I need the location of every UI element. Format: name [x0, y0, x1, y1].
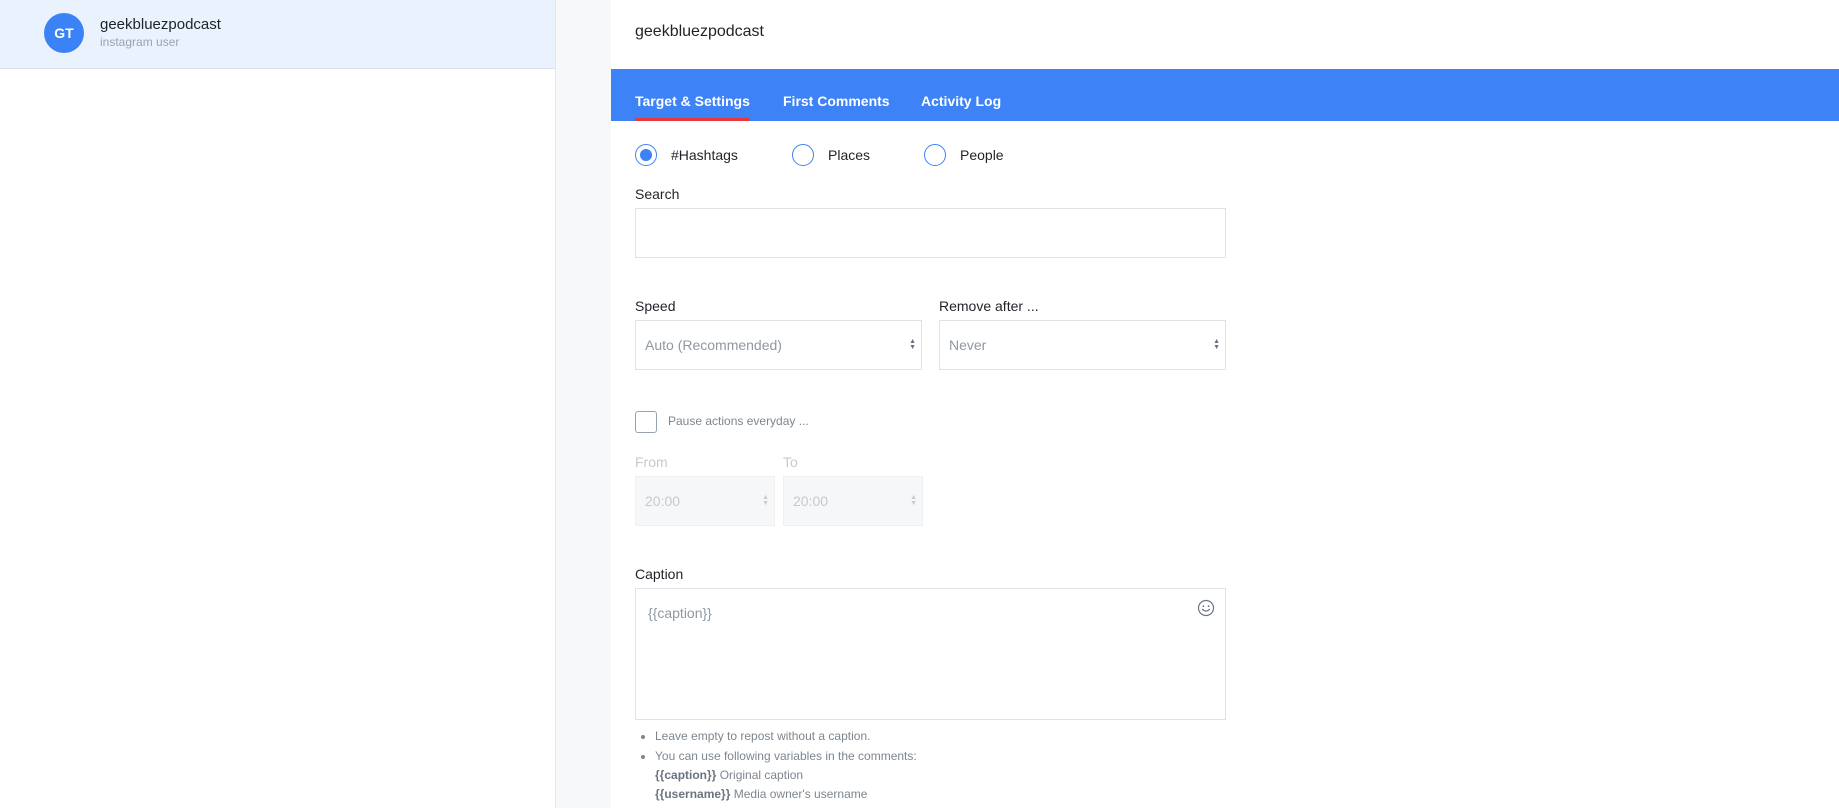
search-label: Search — [635, 186, 680, 202]
radio-unselected-icon — [792, 144, 814, 166]
help-note-variables: You can use following variables in the c… — [655, 747, 917, 805]
speed-label: Speed — [635, 298, 676, 314]
tab-first-comments[interactable]: First Comments — [783, 69, 890, 121]
up-down-arrows-icon: ▲ ▼ — [1213, 338, 1220, 351]
speed-select[interactable]: Auto (Recommended) ▲ ▼ — [635, 320, 922, 370]
up-down-arrows-icon: ▲ ▼ — [910, 494, 917, 507]
to-label: To — [783, 454, 798, 470]
to-time-select[interactable]: 20:00 ▲ ▼ — [783, 476, 923, 526]
caption-label: Caption — [635, 566, 684, 582]
remove-after-label: Remove after ... — [939, 298, 1039, 314]
radio-hashtags[interactable]: #Hashtags — [635, 142, 738, 168]
tab-activity-log[interactable]: Activity Log — [921, 69, 1001, 121]
account-name: geekbluezpodcast — [100, 16, 221, 33]
tab-target-settings[interactable]: Target & Settings — [635, 69, 750, 121]
account-list-panel: GT geekbluezpodcast instagram user — [0, 0, 556, 808]
variable-username: {{username}} Media owner's username — [655, 787, 868, 801]
remove-after-select-value: Never — [949, 337, 987, 353]
caption-help-notes: Leave empty to repost without a caption.… — [635, 727, 917, 804]
radio-places-label: Places — [828, 147, 871, 163]
radio-selected-icon — [635, 144, 657, 166]
radio-people-label: People — [960, 147, 1004, 163]
caption-placeholder: {{caption}} — [648, 605, 712, 621]
radio-places[interactable]: Places — [792, 142, 870, 168]
up-down-arrows-icon: ▲ ▼ — [909, 338, 916, 351]
variable-caption: {{caption}} Original caption — [655, 768, 804, 782]
pause-actions-checkbox[interactable] — [635, 411, 657, 433]
account-list-item-selected[interactable]: GT geekbluezpodcast instagram user — [0, 0, 555, 69]
smiley-icon[interactable] — [1197, 599, 1215, 617]
help-note-empty: Leave empty to repost without a caption. — [655, 727, 917, 747]
search-input[interactable] — [635, 208, 1226, 258]
main-content: geekbluezpodcast Target & Settings First… — [611, 0, 1839, 808]
avatar: GT — [44, 13, 84, 53]
up-down-arrows-icon: ▲ ▼ — [762, 494, 769, 507]
radio-people[interactable]: People — [924, 142, 1004, 168]
remove-after-select[interactable]: Never ▲ ▼ — [939, 320, 1226, 370]
from-label: From — [635, 454, 668, 470]
from-time-select[interactable]: 20:00 ▲ ▼ — [635, 476, 775, 526]
from-time-value: 20:00 — [645, 493, 681, 509]
speed-select-value: Auto (Recommended) — [645, 337, 782, 353]
tab-bar: Target & Settings First Comments Activit… — [611, 69, 1839, 121]
pause-actions-label: Pause actions everyday ... — [668, 414, 809, 428]
to-time-value: 20:00 — [793, 493, 829, 509]
radio-unselected-icon — [924, 144, 946, 166]
radio-hashtags-label: #Hashtags — [671, 147, 738, 163]
account-type: instagram user — [100, 35, 180, 49]
page-title: geekbluezpodcast — [635, 23, 764, 40]
caption-textarea[interactable]: {{caption}} — [635, 588, 1226, 720]
panel-gutter — [556, 0, 611, 808]
